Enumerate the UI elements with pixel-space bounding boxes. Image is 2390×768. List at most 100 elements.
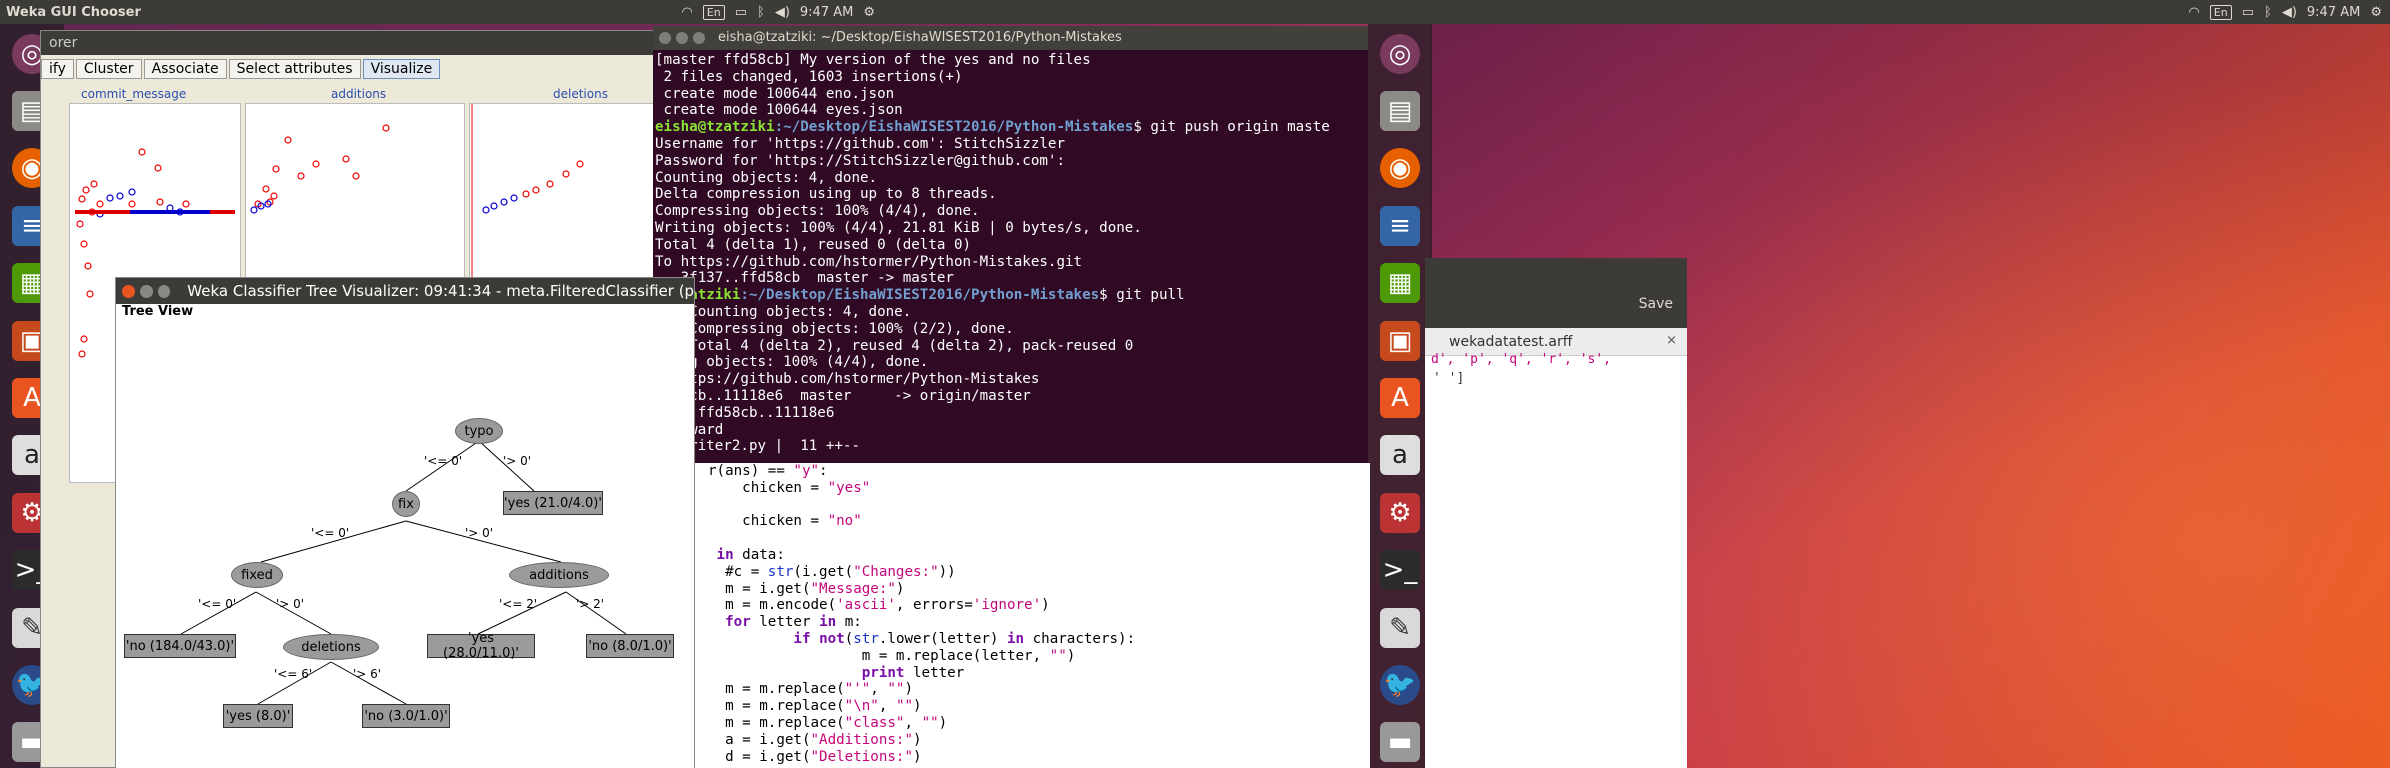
tree-node-deletions[interactable]: deletions — [283, 634, 379, 660]
terminal-line: 2 files changed, 1603 insertions(+) — [655, 68, 963, 85]
gear-icon[interactable]: ⚙ — [863, 5, 875, 20]
terminal-line: a@tzatziki:~/Desktop/EishaWISEST2016/Pyt… — [655, 287, 1366, 304]
close-icon[interactable] — [122, 284, 135, 298]
tree-leaf-no-8[interactable]: 'no (8.0/1.0)' — [586, 634, 674, 658]
code-line: print letter — [861, 664, 965, 681]
code-line: m = m.replace("class", "") — [708, 714, 948, 731]
code-line: if not(str.lower(letter) in characters): — [793, 630, 1136, 647]
right-app-content[interactable]: d', 'p', 'q', 'r', 's', ' '] — [1425, 352, 1687, 768]
terminal-line: te: Total 4 (delta 2), reused 4 (delta 2… — [655, 337, 1134, 354]
bluetooth-icon[interactable]: ᛒ — [757, 5, 765, 20]
edge-label: '> 6' — [353, 667, 382, 681]
terminal-line: te: Compressing objects: 100% (2/2), don… — [655, 320, 1014, 337]
firefox-icon[interactable]: ◉ — [1374, 143, 1426, 194]
code-line: m = m.replace(letter, "") — [708, 647, 1076, 664]
amazon-icon[interactable]: a — [1374, 430, 1426, 481]
tree-node-typo[interactable]: typo — [455, 418, 503, 444]
wifi-icon[interactable]: ◠ — [2188, 5, 2199, 20]
ubuntu-dash-icon[interactable]: ◎ — [1374, 28, 1426, 79]
text-editor-icon[interactable]: ✎ — [1374, 602, 1426, 653]
tab-select-attributes[interactable]: Select attributes — [228, 59, 361, 79]
terminal-line: akeWriter2.py | 11 ++-- — [655, 438, 860, 455]
code-line: chicken = "yes" — [708, 479, 871, 496]
tree-node-fix[interactable]: fix — [392, 491, 420, 517]
prompt-user: eisha@tzatziki — [655, 119, 775, 136]
prompt-path: :~/Desktop/EishaWISEST2016/Python-Mistak… — [774, 119, 1134, 136]
code-line: d = i.get("Deletions:") — [708, 748, 922, 765]
clock[interactable]: 9:47 AM — [2307, 5, 2360, 20]
files-icon[interactable]: ▤ — [1374, 85, 1426, 136]
battery-icon[interactable]: ▭ — [735, 5, 747, 20]
bluetooth-icon[interactable]: ᛒ — [2264, 5, 2272, 20]
sound-icon[interactable]: ◀) — [775, 5, 790, 20]
maximize-icon[interactable] — [157, 284, 171, 298]
close-icon[interactable]: × — [1666, 333, 1677, 348]
impress-icon[interactable]: ▣ — [1374, 315, 1426, 366]
settings-icon[interactable]: ⚙ — [1374, 487, 1426, 538]
tree-leaf-yes-28[interactable]: 'yes (28.0/11.0)' — [427, 631, 535, 661]
launcher-right: ◎ ▤ ◉ ≡ ▦ ▣ A a ⚙ >_ ✎ 🐦 ▬ — [1368, 24, 1432, 768]
tree-leaf-yes-21[interactable]: 'yes (21.0/4.0)' — [503, 491, 603, 515]
terminal-titlebar: eisha@tzatziki: ~/Desktop/EishaWISEST201… — [653, 26, 1368, 50]
tree-leaf-yes-8[interactable]: 'yes (8.0)' — [223, 704, 293, 728]
code-line: m = i.get("Message:") — [708, 580, 905, 597]
gear-icon[interactable]: ⚙ — [2370, 5, 2382, 20]
code-line: for letter in m: — [725, 614, 862, 631]
edge-label: '<= 6' — [274, 667, 313, 681]
edge-label: '> 0' — [465, 526, 494, 540]
terminal-line: Password for 'https://StitchSizzler@gith… — [655, 152, 1065, 169]
clock[interactable]: 9:47 AM — [800, 5, 853, 20]
app-title: Weka GUI Chooser — [6, 4, 141, 20]
tab-cluster[interactable]: Cluster — [75, 59, 142, 79]
tree-node-fixed[interactable]: fixed — [231, 562, 283, 588]
tab-associate[interactable]: Associate — [143, 59, 227, 79]
weka-icon[interactable]: 🐦 — [1374, 659, 1426, 710]
tab-wekadatatest[interactable]: wekadatatest.arff — [1449, 334, 1572, 350]
tree-visualizer-window: Weka Classifier Tree Visualizer: 09:41:3… — [115, 277, 695, 768]
terminal-line: Total 4 (delta 1), reused 0 (delta 0) — [655, 236, 972, 253]
drive-icon[interactable]: ▬ — [1374, 717, 1426, 768]
battery-icon[interactable]: ▭ — [2242, 5, 2254, 20]
right-app-header: Save — [1425, 258, 1687, 328]
tree-leaf-no-184[interactable]: 'no (184.0/43.0)' — [124, 634, 236, 658]
tab-visualize[interactable]: Visualize — [362, 59, 441, 79]
edge-label: '> 0' — [503, 454, 532, 468]
keyboard-indicator[interactable]: En — [2209, 4, 2232, 20]
terminal-line: ting ffd58cb..11118e6 — [655, 404, 835, 421]
code-line: chicken = "no" — [708, 513, 862, 530]
tree-leaf-no-3[interactable]: 'no (3.0/1.0)' — [362, 704, 450, 728]
writer-icon[interactable]: ≡ — [1374, 200, 1426, 251]
maximize-icon[interactable] — [693, 32, 705, 44]
terminal-icon[interactable]: >_ — [1374, 545, 1426, 596]
close-icon[interactable] — [659, 32, 671, 44]
code-line: a = i.get("Additions:") — [708, 731, 922, 748]
wifi-icon[interactable]: ◠ — [681, 5, 692, 20]
keyboard-indicator[interactable]: En — [702, 4, 725, 20]
plot-header-deletions: deletions — [553, 87, 608, 101]
plot-header-commit-message: commit_message — [81, 87, 187, 101]
prompt-path: :~/Desktop/EishaWISEST2016/Python-Mistak… — [740, 287, 1100, 304]
tree-view-panel[interactable]: Tree View typo fix 'yes (21.0/4.0)' fixe… — [116, 304, 694, 768]
terminal-line: fd58cb..11118e6 master -> origin/master — [655, 387, 1031, 404]
edge-label: '> 0' — [276, 597, 305, 611]
calc-icon[interactable]: ▦ — [1374, 258, 1426, 309]
code-line: m = m.replace("'", "") — [708, 681, 914, 698]
tab-classify[interactable]: ify — [41, 59, 74, 79]
code-line: m = m.encode('ascii', errors='ignore') — [708, 597, 1050, 614]
code-editor[interactable]: r(ans) == "y": chicken = "yes" chicken =… — [680, 463, 1370, 768]
terminal-window[interactable]: eisha@tzatziki: ~/Desktop/EishaWISEST201… — [653, 26, 1368, 463]
tree-node-additions[interactable]: additions — [509, 562, 609, 588]
minimize-icon[interactable] — [676, 32, 688, 44]
sound-icon[interactable]: ◀) — [2282, 5, 2297, 20]
terminal-line: 3f137..ffd58cb master -> master — [655, 270, 954, 287]
save-button[interactable]: Save — [1639, 296, 1673, 312]
software-center-icon[interactable]: A — [1374, 372, 1426, 423]
edge-label: '<= 0' — [311, 526, 350, 540]
edge-label: '<= 0' — [198, 597, 237, 611]
minimize-icon[interactable] — [139, 284, 153, 298]
terminal-line: Delta compression using up to 8 threads. — [655, 186, 997, 203]
top-panel-left: Weka GUI Chooser ◠ En ▭ ᛒ ◀) 9:47 AM ⚙ — [0, 0, 1375, 24]
code-line: r(ans) == "y": — [708, 463, 828, 479]
